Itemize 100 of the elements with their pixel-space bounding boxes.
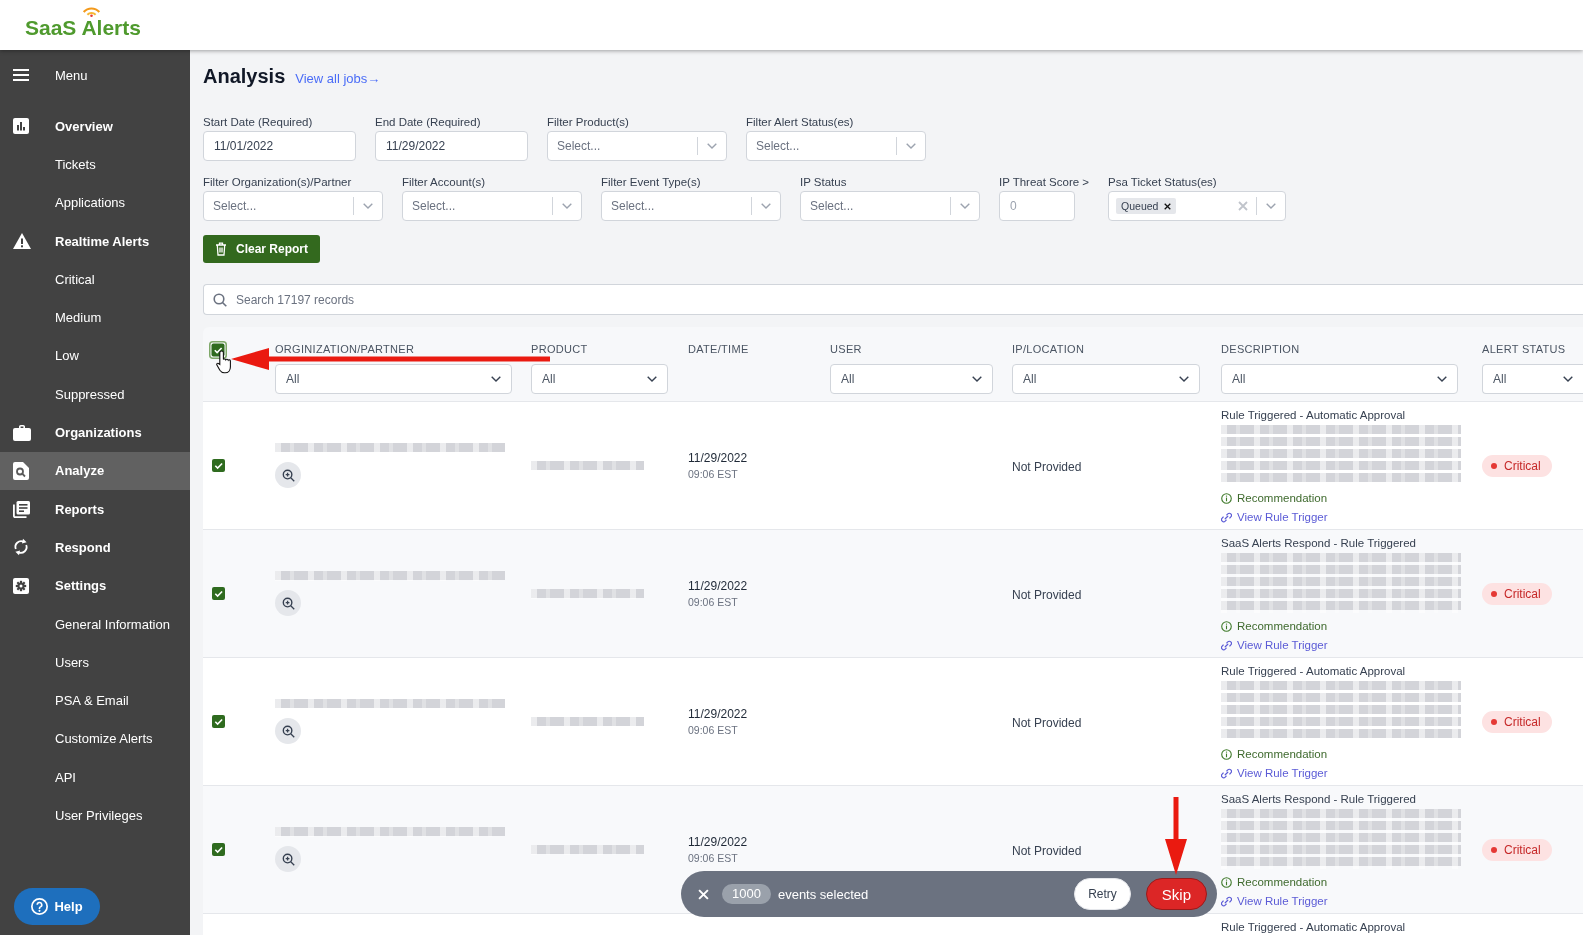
info-icon [1221, 493, 1232, 504]
retry-button[interactable]: Retry [1074, 878, 1131, 910]
column-header: PRODUCT [531, 343, 588, 356]
clear-icon [1238, 201, 1249, 211]
chevron-down-icon [1437, 376, 1447, 382]
view-all-jobs-link[interactable]: View all jobs→ [295, 71, 381, 86]
date-field[interactable]: 11/01/2022 [203, 131, 356, 161]
menu-button[interactable]: Menu [0, 56, 88, 94]
signal-icon [82, 6, 101, 17]
chevron-down-icon [972, 376, 982, 382]
sidebar-item[interactable]: Customize Alerts [0, 719, 190, 759]
checkbox[interactable] [212, 586, 226, 601]
select-field[interactable]: Select... [601, 191, 781, 221]
sidebar-item[interactable]: General Information [0, 604, 190, 644]
sidebar-item[interactable]: PSA & Email [0, 681, 190, 720]
selected-count: 1000 [722, 884, 771, 904]
number-field[interactable]: 0 [999, 191, 1075, 221]
column-header: ALERT STATUS [1482, 343, 1566, 356]
close-icon[interactable] [698, 888, 709, 900]
sidebar-item[interactable]: Respond [0, 528, 190, 567]
chevron-down-icon [707, 143, 717, 149]
date-text: 11/29/2022 [688, 835, 749, 849]
checkbox[interactable] [212, 458, 226, 473]
selection-label: events selected [777, 886, 869, 902]
field-label: End Date (Required) [375, 115, 482, 129]
select-field[interactable]: Select... [402, 191, 582, 221]
checkbox[interactable] [212, 842, 226, 857]
multi-select-field[interactable]: Queued [1108, 191, 1287, 221]
field-label: Start Date (Required) [203, 115, 314, 129]
column-filter[interactable]: All [830, 364, 993, 394]
view-rule-trigger-link[interactable]: View Rule Trigger [1221, 636, 1328, 655]
document-search-icon [13, 461, 29, 480]
sidebar-item[interactable]: Suppressed [0, 375, 190, 414]
bar-chart-icon [13, 118, 29, 135]
sidebar-item[interactable]: Tickets [0, 145, 190, 184]
column-filter[interactable]: All [1012, 364, 1200, 394]
sidebar-item[interactable]: Analyze [0, 451, 190, 490]
field-label: Filter Organization(s)/Partner [203, 175, 353, 189]
sidebar-item[interactable]: Realtime Alerts [0, 221, 190, 261]
zoom-button[interactable] [275, 846, 301, 872]
status-tag[interactable]: Queued [1116, 198, 1177, 214]
field-label: Filter Product(s) [547, 115, 630, 129]
zoom-in-icon [281, 724, 295, 738]
field-label: Psa Ticket Status(es) [1108, 175, 1218, 189]
description-title: Rule Triggered - Automatic Approval [1221, 664, 1406, 679]
column-header: IP/LOCATION [1012, 343, 1085, 356]
sidebar-item[interactable]: API [0, 758, 190, 797]
zoom-button[interactable] [275, 590, 301, 616]
skip-button[interactable]: Skip [1145, 878, 1207, 910]
select-field[interactable]: Select... [746, 131, 926, 161]
column-filter[interactable]: All [1482, 364, 1583, 394]
sidebar-item[interactable]: Overview [0, 107, 190, 146]
briefcase-icon [13, 424, 31, 441]
recommendation-link[interactable]: Recommendation [1221, 617, 1328, 636]
view-rule-trigger-link[interactable]: View Rule Trigger [1221, 892, 1328, 911]
menu-icon [13, 69, 29, 81]
hand-cursor-icon [216, 350, 232, 374]
info-icon [1221, 749, 1232, 760]
column-filter[interactable]: All [275, 364, 512, 394]
select-field[interactable]: Select... [800, 191, 980, 221]
zoom-button[interactable] [275, 462, 301, 488]
sidebar-item[interactable]: Reports [0, 489, 190, 529]
recommendation-link[interactable]: Recommendation [1221, 745, 1328, 764]
checkbox[interactable] [212, 714, 226, 729]
status-dot-icon [1491, 846, 1497, 853]
column-filter[interactable]: All [531, 364, 668, 394]
chevron-down-icon [1563, 376, 1573, 382]
view-rule-trigger-link[interactable]: View Rule Trigger [1221, 764, 1328, 783]
search-icon [213, 292, 227, 307]
zoom-button[interactable] [275, 718, 301, 744]
sidebar-item[interactable]: Applications [0, 183, 190, 222]
help-button[interactable]: Help [14, 888, 100, 925]
sidebar-item[interactable]: Users [0, 643, 190, 682]
select-field[interactable]: Select... [547, 131, 727, 161]
field-label: Filter Alert Status(es) [746, 115, 855, 129]
status-label: Critical [1504, 714, 1541, 729]
sidebar-item[interactable]: Settings [0, 566, 190, 605]
sidebar-item[interactable]: Medium [0, 298, 190, 337]
recommendation-link[interactable]: Recommendation [1221, 489, 1328, 508]
view-rule-trigger-link[interactable]: View Rule Trigger [1221, 508, 1328, 527]
clear-report-button[interactable]: Clear Report [203, 235, 321, 263]
date-field[interactable]: 11/29/2022 [375, 131, 528, 161]
ip-location-text: Not Provided [1012, 843, 1082, 858]
sidebar-item[interactable]: Critical [0, 260, 190, 299]
time-text: 09:06 EST [688, 852, 739, 864]
time-text: 09:06 EST [688, 468, 739, 480]
search-field[interactable]: Search 17197 records [203, 284, 1583, 315]
sidebar-item[interactable]: Organizations [0, 413, 190, 452]
date-text: 11/29/2022 [688, 707, 749, 721]
select-field[interactable]: Select... [203, 191, 383, 221]
recommendation-link[interactable]: Recommendation [1221, 873, 1328, 892]
status-dot-icon [1491, 718, 1497, 725]
sidebar-item[interactable]: User Privileges [0, 796, 190, 835]
documents-icon [13, 500, 30, 518]
column-filter[interactable]: All [1221, 364, 1458, 394]
time-text: 09:06 EST [688, 596, 739, 608]
sidebar-item[interactable]: Low [0, 336, 190, 376]
page-title: Analysis [203, 64, 286, 88]
link-icon [1221, 768, 1232, 779]
zoom-in-icon [281, 596, 295, 610]
